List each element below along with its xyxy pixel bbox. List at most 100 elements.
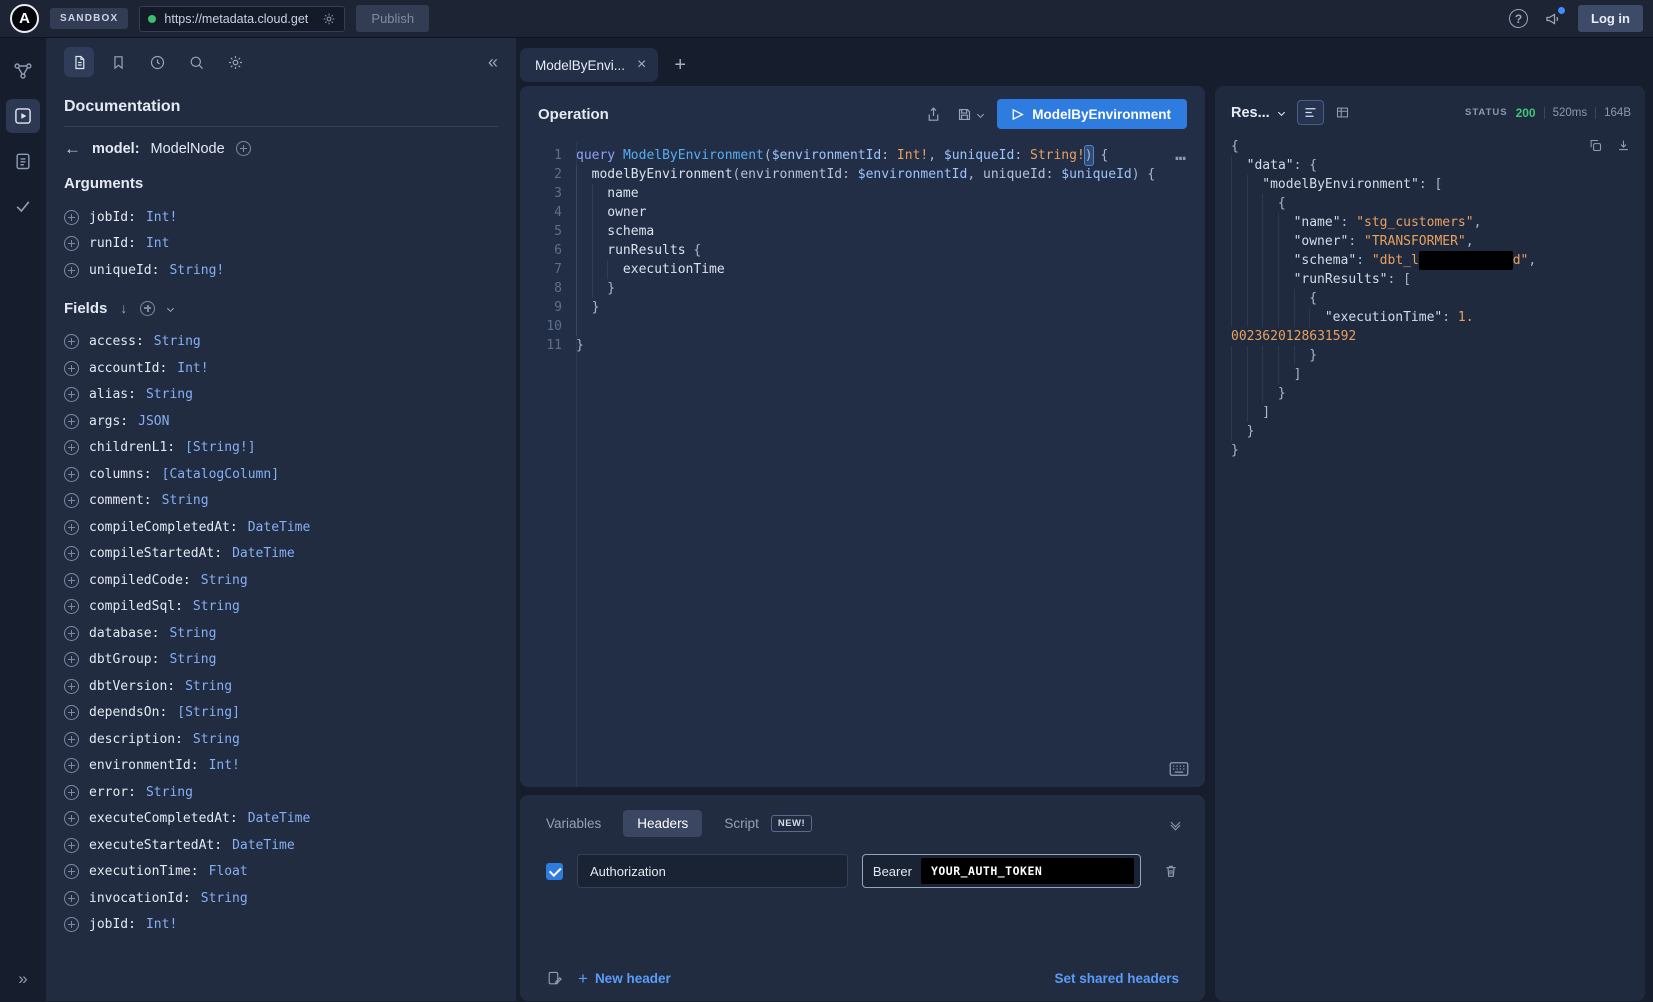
set-shared-headers-link[interactable]: Set shared headers (1054, 971, 1179, 986)
field-type-link[interactable]: String (185, 679, 232, 694)
help-icon[interactable]: ? (1509, 9, 1528, 28)
delete-header-icon[interactable] (1163, 863, 1179, 879)
copy-response-icon[interactable] (1588, 138, 1603, 153)
share-operation-icon[interactable] (925, 106, 942, 123)
field-type-link[interactable]: String (146, 785, 193, 800)
field-type-link[interactable]: Int! (146, 210, 177, 225)
announcements-megaphone-icon[interactable] (1544, 10, 1562, 28)
add-to-operation-icon[interactable] (64, 493, 79, 508)
add-to-operation-icon[interactable] (64, 917, 79, 932)
field-type-link[interactable]: String (193, 732, 240, 747)
field-type-link[interactable]: String (201, 573, 248, 588)
add-all-fields-icon[interactable] (140, 301, 155, 316)
add-to-operation-icon[interactable] (64, 263, 79, 278)
header-enabled-checkbox[interactable] (546, 863, 563, 880)
download-response-icon[interactable] (1616, 138, 1631, 153)
line-options-kebab-icon[interactable]: … (1175, 144, 1187, 165)
field-type-link[interactable]: String (169, 652, 216, 667)
endpoint-url-input[interactable]: https://metadata.cloud.get (139, 6, 345, 32)
field-type-link[interactable]: String (162, 493, 209, 508)
response-view-dropdown[interactable]: Res... (1231, 105, 1284, 121)
tab-headers[interactable]: Headers (623, 810, 702, 837)
fields-options-chevron-icon[interactable] (167, 304, 174, 311)
field-type-link[interactable]: String! (169, 263, 224, 278)
add-to-operation-icon[interactable] (64, 758, 79, 773)
documentation-tab-icon[interactable] (64, 47, 94, 77)
add-to-operation-icon[interactable] (64, 679, 79, 694)
add-to-operation-icon[interactable] (64, 236, 79, 251)
connection-settings-gear-icon[interactable] (322, 12, 336, 26)
field-type-link[interactable]: DateTime (232, 838, 295, 853)
saved-operations-bookmark-icon[interactable] (103, 47, 133, 77)
rail-checks-icon[interactable] (6, 189, 40, 223)
field-type-link[interactable]: String (201, 891, 248, 906)
login-button[interactable]: Log in (1578, 5, 1643, 32)
save-operation-icon[interactable] (956, 106, 973, 123)
publish-button[interactable]: Publish (356, 5, 429, 32)
tree-view-icon[interactable] (1297, 100, 1324, 125)
add-to-operation-icon[interactable] (64, 334, 79, 349)
add-to-operation-icon[interactable] (64, 520, 79, 535)
add-to-operation-icon[interactable] (64, 210, 79, 225)
close-tab-icon[interactable]: × (637, 57, 646, 73)
add-to-operation-icon[interactable] (64, 440, 79, 455)
add-to-operation-icon[interactable] (64, 891, 79, 906)
add-to-operation-icon[interactable] (64, 864, 79, 879)
search-icon[interactable] (181, 47, 211, 77)
apollo-logo[interactable]: A (10, 4, 39, 33)
history-clock-icon[interactable] (142, 47, 172, 77)
add-to-operation-icon[interactable] (64, 361, 79, 376)
run-operation-button[interactable]: ▷ ModelByEnvironment (997, 99, 1187, 129)
field-type-link[interactable]: [String] (177, 705, 240, 720)
field-type-link[interactable]: String (146, 387, 193, 402)
field-type-link[interactable]: JSON (138, 414, 169, 429)
field-type-link[interactable]: Int! (146, 917, 177, 932)
field-type-link[interactable]: [String!] (185, 440, 255, 455)
expand-rail-icon[interactable]: » (0, 969, 46, 989)
header-value-input[interactable]: Bearer YOUR_AUTH_TOKEN (862, 854, 1141, 888)
operation-tab[interactable]: ModelByEnvi... × (520, 48, 658, 82)
add-to-operation-icon[interactable] (64, 705, 79, 720)
field-type-link[interactable]: Float (209, 864, 248, 879)
query-editor[interactable]: 1query ModelByEnvironment($environmentId… (520, 142, 1205, 787)
collapse-panel-icon[interactable] (1172, 819, 1179, 829)
field-type-link[interactable]: String (154, 334, 201, 349)
header-key-input[interactable]: Authorization (577, 854, 848, 888)
save-options-chevron-icon[interactable] (977, 110, 984, 117)
add-to-operation-icon[interactable] (64, 414, 79, 429)
field-type-link[interactable]: Int! (209, 758, 240, 773)
collapse-doc-panel-icon[interactable]: « (488, 52, 498, 73)
rail-explorer-icon[interactable] (6, 99, 40, 133)
sandbox-chip[interactable]: SANDBOX (50, 8, 128, 29)
add-to-operation-icon[interactable] (64, 573, 79, 588)
table-view-icon[interactable] (1329, 100, 1356, 125)
back-arrow-icon[interactable]: ← (64, 140, 81, 157)
add-to-operation-icon[interactable] (64, 546, 79, 561)
settings-gear-icon[interactable] (220, 47, 250, 77)
add-to-operation-icon[interactable] (64, 732, 79, 747)
tab-script[interactable]: Script (724, 816, 759, 831)
field-type-link[interactable]: DateTime (248, 811, 311, 826)
new-tab-icon[interactable]: + (674, 55, 686, 75)
field-type-link[interactable]: DateTime (232, 546, 295, 561)
add-to-operation-icon[interactable] (64, 387, 79, 402)
add-to-operation-icon[interactable] (64, 467, 79, 482)
add-to-operation-icon[interactable] (64, 838, 79, 853)
add-to-operation-icon[interactable] (64, 652, 79, 667)
breadcrumb-type[interactable]: ModelNode (151, 141, 225, 157)
add-type-icon[interactable] (236, 141, 251, 156)
tab-variables[interactable]: Variables (546, 816, 601, 831)
rail-checklist-icon[interactable] (6, 144, 40, 178)
field-type-link[interactable]: String (193, 599, 240, 614)
field-type-link[interactable]: Int (146, 236, 169, 251)
new-header-button[interactable]: + New header (578, 970, 671, 987)
add-to-operation-icon[interactable] (64, 599, 79, 614)
rail-schema-icon[interactable] (6, 54, 40, 88)
field-type-link[interactable]: DateTime (248, 520, 311, 535)
keyboard-shortcuts-icon[interactable] (1169, 761, 1189, 777)
field-type-link[interactable]: Int! (177, 361, 208, 376)
edit-headers-icon[interactable] (546, 970, 563, 987)
add-to-operation-icon[interactable] (64, 626, 79, 641)
field-type-link[interactable]: String (169, 626, 216, 641)
sort-fields-icon[interactable]: ↓ (120, 300, 127, 316)
